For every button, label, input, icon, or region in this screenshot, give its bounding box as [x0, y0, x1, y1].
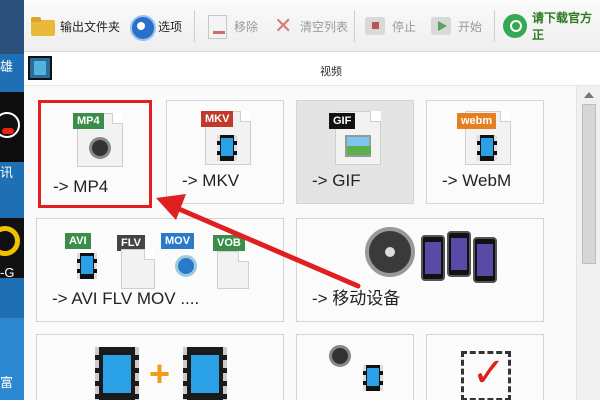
category-title: 视频 — [320, 66, 342, 78]
flv-file-icon — [121, 249, 155, 289]
stop-label: 停止 — [392, 19, 417, 34]
scroll-up-icon[interactable] — [584, 92, 594, 98]
toolbar: 输出文件夹 选项 移除 清空列表 停止 开始 请下载官方正 — [24, 0, 600, 52]
filmstrip-icon — [363, 365, 383, 391]
vertical-scrollbar[interactable] — [576, 86, 600, 400]
output-folder-button[interactable]: 输出文件夹 — [30, 12, 120, 40]
tile-mobile-device[interactable]: -> 移动设备 — [296, 218, 544, 322]
clear-list-label: 清空列表 — [300, 19, 349, 34]
desktop-label: 雄 — [0, 59, 14, 74]
scroll-thumb[interactable] — [582, 104, 596, 264]
quicktime-icon — [175, 255, 197, 277]
film-icon — [28, 56, 52, 80]
download-icon — [502, 13, 528, 39]
remove-icon — [204, 13, 230, 39]
download-label: 请下载官方正 — [532, 11, 593, 42]
options-label: 选项 — [158, 19, 183, 34]
tile-webm[interactable]: webm -> WebM — [426, 100, 544, 204]
mkv-tag: MKV — [201, 111, 234, 127]
webm-tag: webm — [457, 113, 497, 129]
stop-icon — [362, 13, 388, 39]
gif-tag: GIF — [329, 113, 356, 129]
tile-label: -> WebM — [442, 171, 512, 190]
image-icon — [345, 135, 371, 157]
toolbar-separator — [494, 10, 495, 42]
phone-icon — [421, 235, 445, 281]
output-folder-label: 输出文件夹 — [60, 19, 121, 34]
clear-list-button[interactable]: 清空列表 — [270, 12, 348, 40]
tile-gif[interactable]: GIF -> GIF — [296, 100, 414, 204]
tile-merge[interactable]: + — [36, 334, 284, 400]
desktop-icon-top[interactable] — [0, 0, 24, 54]
tile-label: -> MKV — [182, 171, 240, 190]
toolbar-separator — [354, 10, 355, 42]
tile-mp4[interactable]: MP4 -> MP4 — [38, 100, 152, 208]
vob-tag: VOB — [213, 235, 245, 251]
tile-label: -> AVI FLV MOV .... — [52, 289, 200, 308]
filmstrip-icon — [77, 253, 97, 279]
video-clip-icon — [183, 347, 227, 400]
desktop-edge: 雄 讯 -G 富 — [0, 0, 24, 400]
toolbar-separator — [194, 10, 195, 42]
filmstrip-icon — [477, 135, 497, 161]
film-reel-icon — [365, 227, 415, 277]
phone-icon — [447, 231, 471, 277]
avi-tag: AVI — [65, 233, 91, 249]
options-icon — [128, 13, 156, 41]
folder-icon — [30, 13, 56, 39]
video-clip-icon — [95, 347, 139, 400]
desktop-label: 讯 — [0, 165, 14, 180]
stop-button[interactable]: 停止 — [362, 12, 416, 40]
tile-label: -> GIF — [312, 171, 361, 190]
start-button[interactable]: 开始 — [428, 12, 482, 40]
tile-mkv[interactable]: MKV -> MKV — [166, 100, 284, 204]
remove-button[interactable]: 移除 — [204, 12, 258, 40]
desktop-label: 富 — [0, 375, 14, 390]
remove-label: 移除 — [234, 19, 259, 34]
start-icon — [428, 13, 454, 39]
start-label: 开始 — [458, 19, 483, 34]
vob-file-icon — [217, 251, 249, 289]
phone-icon — [473, 237, 497, 283]
tile-label: -> 移动设备 — [312, 289, 401, 308]
download-link[interactable]: 请下载官方正 — [502, 11, 600, 42]
tile-check[interactable] — [426, 334, 544, 400]
clear-icon — [270, 13, 296, 39]
filmstrip-icon — [217, 135, 237, 161]
options-button[interactable]: 选项 — [128, 12, 183, 41]
tile-avi-flv-mov[interactable]: AVI FLV MOV VOB -> AVI FLV MOV .... — [36, 218, 284, 322]
checkmark-icon — [461, 350, 511, 400]
film-reel-icon — [89, 137, 111, 159]
mov-tag: MOV — [161, 233, 195, 249]
film-reel-icon — [329, 345, 351, 367]
plus-icon: + — [149, 353, 171, 394]
desktop-label: -G — [0, 265, 15, 280]
tile-label: -> MP4 — [53, 177, 109, 196]
mp4-tag: MP4 — [73, 113, 104, 129]
category-header[interactable]: 视频 — [24, 52, 600, 86]
tile-audio-video[interactable] — [296, 334, 414, 400]
